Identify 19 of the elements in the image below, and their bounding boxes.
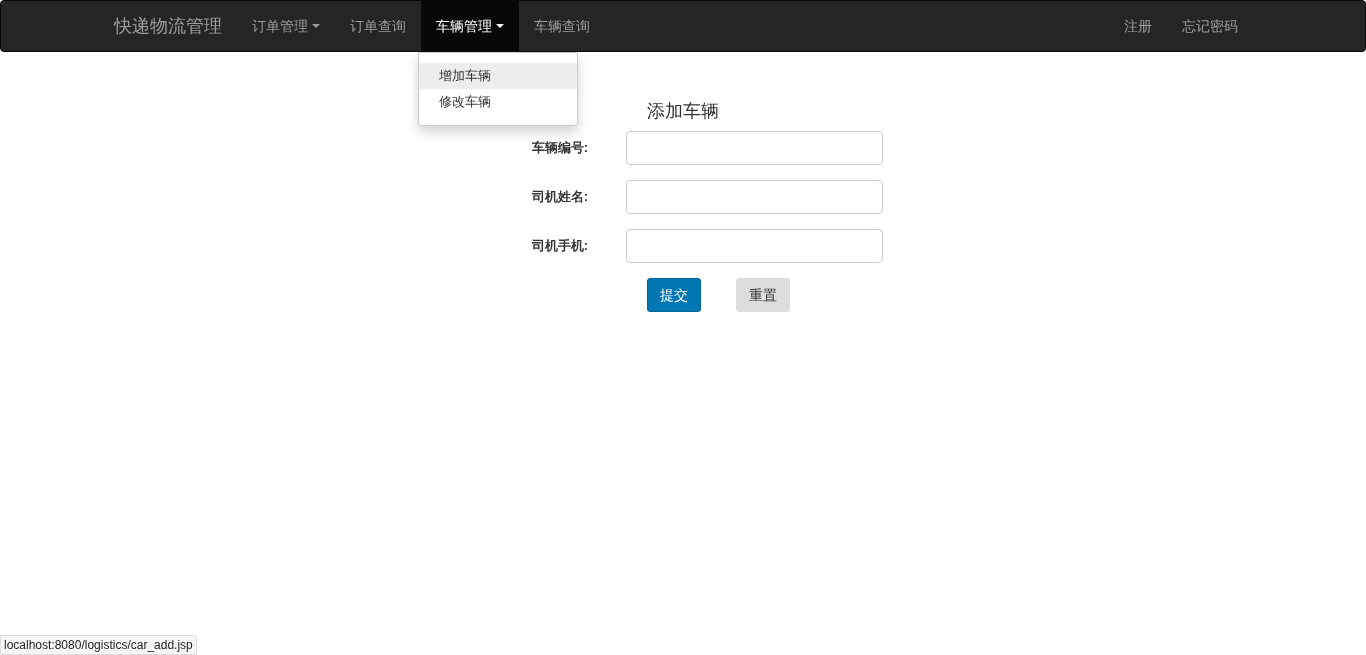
nav-link[interactable]: 车辆查询 [519, 1, 605, 51]
input-field[interactable] [626, 229, 883, 263]
field-label: 车辆编号: [530, 139, 589, 158]
nav-link[interactable]: 订单查询 [335, 1, 421, 51]
nav-link[interactable]: 注册 [1109, 1, 1167, 51]
field-label: 司机手机: [530, 237, 589, 256]
reset-button[interactable]: 重置 [736, 278, 790, 312]
menu-item[interactable]: 增加车辆 [419, 63, 577, 89]
submit-button[interactable]: 提交 [647, 278, 701, 312]
menu-item[interactable]: 修改车辆 [419, 89, 577, 115]
input-field[interactable] [626, 131, 883, 165]
field-label: 司机姓名: [530, 188, 589, 207]
nav-dropdown-toggle[interactable]: 订单管理 [237, 1, 335, 51]
nav-dropdown-toggle[interactable]: 车辆管理 [421, 1, 519, 51]
brand-link[interactable]: 快递物流管理 [99, 1, 237, 51]
nav-link[interactable]: 忘记密码 [1167, 1, 1253, 51]
input-field[interactable] [626, 180, 883, 214]
form-title: 添加车辆 [647, 100, 719, 122]
status-bar: localhost:8080/logistics/car_add.jsp [0, 635, 197, 655]
